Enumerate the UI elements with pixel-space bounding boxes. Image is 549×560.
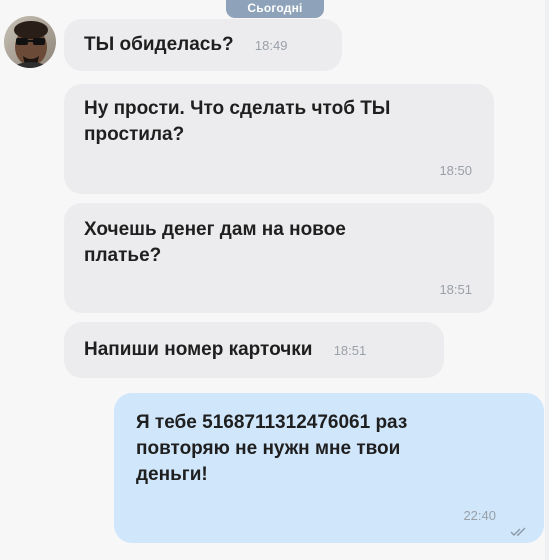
date-separator: Сьогодні — [226, 0, 324, 18]
message-text: Напиши номер карточки — [84, 339, 313, 360]
chat-thread[interactable]: Сьогодні ТЫ обиделась? 18:49 Ну прости. … — [0, 0, 549, 560]
message-bubble-outgoing[interactable]: Я тебе 5168711312476061 раз повторяю не … — [114, 393, 544, 543]
message-bubble-incoming[interactable]: Хочешь денег дам на новое платье? 18:51 — [64, 203, 494, 313]
message-text: Ну прости. Что сделать чтоб ТЫ простила? — [84, 98, 391, 145]
message-text: Я тебе 5168711312476061 раз повторяю не … — [136, 412, 408, 485]
message-bubble-incoming[interactable]: ТЫ обиделась? 18:49 — [64, 19, 342, 71]
message-bubble-incoming[interactable]: Напиши номер карточки 18:51 — [64, 322, 444, 378]
message-bubble-incoming[interactable]: Ну прости. Что сделать чтоб ТЫ простила?… — [64, 84, 494, 194]
double-check-icon — [510, 519, 530, 536]
message-text: ТЫ обиделась? — [84, 34, 234, 55]
message-timestamp: 18:51 — [333, 343, 367, 358]
scrollbar[interactable] — [545, 0, 549, 560]
contact-avatar[interactable] — [4, 16, 56, 68]
message-timestamp: 18:49 — [254, 38, 288, 53]
message-timestamp: 18:50 — [439, 163, 472, 178]
message-timestamp: 18:51 — [439, 282, 472, 297]
message-text: Хочешь денег дам на новое платье? — [84, 219, 346, 266]
message-timestamp: 22:40 — [463, 508, 496, 523]
